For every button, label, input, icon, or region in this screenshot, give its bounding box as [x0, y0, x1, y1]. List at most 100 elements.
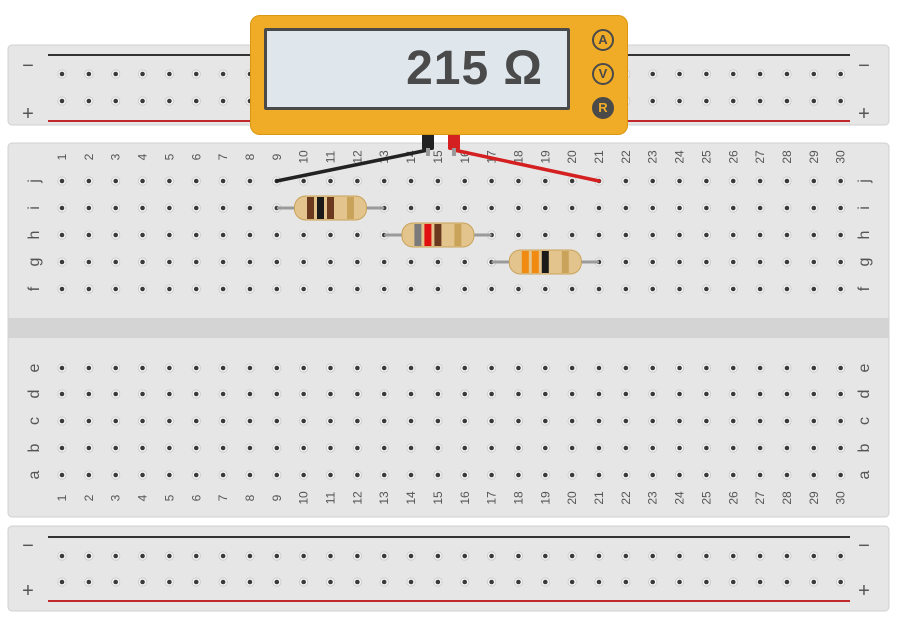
terminal-hole[interactable] [811, 391, 817, 397]
terminal-hole[interactable] [113, 445, 118, 451]
terminal-hole[interactable] [113, 286, 118, 292]
terminal-hole[interactable] [274, 391, 280, 397]
rail-hole[interactable] [623, 579, 629, 585]
terminal-hole[interactable] [757, 445, 763, 451]
terminal-hole[interactable] [247, 445, 253, 451]
terminal-hole[interactable] [301, 259, 306, 265]
rail-hole[interactable] [220, 553, 226, 559]
terminal-hole[interactable] [757, 472, 763, 478]
terminal-hole[interactable] [355, 259, 360, 265]
rail-hole[interactable] [704, 579, 709, 585]
terminal-hole[interactable] [704, 286, 709, 292]
terminal-hole[interactable] [784, 205, 790, 211]
terminal-hole[interactable] [811, 472, 817, 478]
terminal-hole[interactable] [462, 445, 468, 451]
terminal-hole[interactable] [516, 232, 521, 238]
terminal-hole[interactable] [704, 365, 709, 371]
terminal-hole[interactable] [59, 232, 65, 238]
terminal-hole[interactable] [730, 418, 736, 424]
terminal-hole[interactable] [328, 286, 333, 292]
terminal-hole[interactable] [623, 178, 629, 184]
terminal-hole[interactable] [784, 418, 790, 424]
rail-hole[interactable] [59, 579, 65, 585]
terminal-hole[interactable] [113, 391, 118, 397]
terminal-hole[interactable] [408, 418, 414, 424]
rail-hole[interactable] [59, 71, 65, 77]
rail-hole[interactable] [784, 579, 790, 585]
terminal-hole[interactable] [650, 445, 655, 451]
rail-hole[interactable] [462, 553, 468, 559]
rail-hole[interactable] [811, 71, 817, 77]
terminal-hole[interactable] [838, 205, 843, 211]
terminal-hole[interactable] [462, 365, 468, 371]
terminal-hole[interactable] [596, 365, 602, 371]
terminal-hole[interactable] [704, 472, 709, 478]
terminal-hole[interactable] [140, 259, 145, 265]
rail-hole[interactable] [757, 71, 763, 77]
terminal-hole[interactable] [167, 418, 172, 424]
terminal-hole[interactable] [355, 286, 360, 292]
rail-hole[interactable] [811, 579, 817, 585]
terminal-hole[interactable] [59, 472, 65, 478]
terminal-hole[interactable] [247, 232, 253, 238]
terminal-hole[interactable] [167, 472, 172, 478]
rail-hole[interactable] [516, 553, 521, 559]
terminal-hole[interactable] [757, 178, 763, 184]
terminal-hole[interactable] [247, 178, 253, 184]
rail-hole[interactable] [435, 553, 441, 559]
terminal-hole[interactable] [462, 418, 468, 424]
terminal-hole[interactable] [381, 286, 387, 292]
terminal-hole[interactable] [489, 365, 494, 371]
terminal-hole[interactable] [462, 259, 468, 265]
terminal-hole[interactable] [328, 418, 333, 424]
rail-hole[interactable] [650, 553, 655, 559]
terminal-hole[interactable] [623, 232, 629, 238]
rail-hole[interactable] [140, 579, 145, 585]
terminal-hole[interactable] [59, 391, 65, 397]
rail-hole[interactable] [596, 579, 602, 585]
terminal-hole[interactable] [757, 205, 763, 211]
rail-hole[interactable] [757, 579, 763, 585]
rail-hole[interactable] [569, 553, 575, 559]
terminal-hole[interactable] [274, 232, 280, 238]
terminal-hole[interactable] [757, 232, 763, 238]
terminal-hole[interactable] [408, 259, 414, 265]
rail-hole[interactable] [381, 553, 387, 559]
terminal-hole[interactable] [86, 178, 92, 184]
terminal-hole[interactable] [677, 178, 682, 184]
terminal-hole[interactable] [730, 178, 736, 184]
terminal-hole[interactable] [516, 391, 521, 397]
terminal-hole[interactable] [193, 418, 199, 424]
terminal-hole[interactable] [462, 205, 468, 211]
terminal-hole[interactable] [301, 286, 306, 292]
terminal-hole[interactable] [86, 445, 92, 451]
terminal-hole[interactable] [543, 391, 548, 397]
terminal-hole[interactable] [301, 365, 306, 371]
terminal-hole[interactable] [167, 286, 172, 292]
terminal-hole[interactable] [140, 205, 145, 211]
terminal-hole[interactable] [489, 418, 494, 424]
terminal-hole[interactable] [274, 286, 280, 292]
terminal-hole[interactable] [623, 205, 629, 211]
rail-hole[interactable] [113, 71, 118, 77]
terminal-hole[interactable] [247, 259, 253, 265]
terminal-hole[interactable] [650, 232, 655, 238]
terminal-hole[interactable] [650, 286, 655, 292]
rail-hole[interactable] [167, 553, 172, 559]
terminal-hole[interactable] [328, 391, 333, 397]
terminal-hole[interactable] [838, 391, 843, 397]
rail-hole[interactable] [167, 98, 172, 104]
terminal-hole[interactable] [677, 445, 682, 451]
terminal-hole[interactable] [543, 418, 548, 424]
rail-hole[interactable] [86, 98, 92, 104]
terminal-hole[interactable] [408, 445, 414, 451]
terminal-hole[interactable] [811, 232, 817, 238]
terminal-hole[interactable] [569, 472, 575, 478]
rail-hole[interactable] [328, 579, 333, 585]
terminal-hole[interactable] [408, 391, 414, 397]
rail-hole[interactable] [757, 553, 763, 559]
rail-hole[interactable] [86, 553, 92, 559]
terminal-hole[interactable] [328, 178, 333, 184]
terminal-hole[interactable] [784, 259, 790, 265]
terminal-hole[interactable] [730, 205, 736, 211]
